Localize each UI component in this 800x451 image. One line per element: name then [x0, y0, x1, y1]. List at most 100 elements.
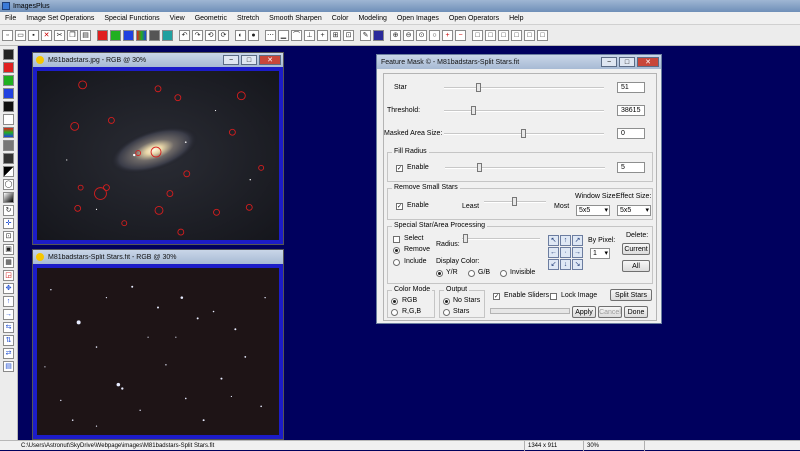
new-icon[interactable]: ▫ [2, 29, 13, 41]
right-arrow-icon[interactable]: → [3, 309, 14, 320]
half-tone-icon[interactable] [3, 166, 14, 177]
crop-icon[interactable]: ◲ [3, 270, 14, 281]
frame-6-icon[interactable]: □ [537, 29, 548, 41]
nudge-up-icon[interactable]: ↑ [560, 235, 571, 246]
close-button[interactable]: ✕ [637, 57, 659, 67]
menu-modeling[interactable]: Modeling [353, 15, 391, 22]
fill-radius-value[interactable]: 5 [617, 162, 645, 173]
star-tool-icon[interactable]: ⊡ [3, 231, 14, 242]
window-size-select[interactable]: 5x5 [576, 205, 610, 216]
teal-icon[interactable] [162, 29, 173, 41]
pencil-icon[interactable]: ✎ [360, 29, 371, 41]
black-swatch-icon[interactable] [3, 101, 14, 112]
rotate-icon[interactable]: ↻ [3, 205, 14, 216]
histogram-icon[interactable]: ▁ [278, 29, 289, 41]
fill-icon[interactable] [373, 29, 384, 41]
split-stars-button[interactable]: Split Stars [610, 289, 652, 301]
fill-radius-enable-checkbox[interactable]: ✓ [396, 165, 403, 172]
frame-4-icon[interactable]: □ [511, 29, 522, 41]
remove-small-slider[interactable] [484, 197, 546, 206]
nudge-center-icon[interactable]: · [560, 247, 571, 258]
dots-icon[interactable]: ⋯ [265, 29, 276, 41]
menu-special-functions[interactable]: Special Functions [99, 15, 164, 22]
enable-sliders-checkbox[interactable]: ✓ [493, 293, 500, 300]
lock-image-checkbox[interactable] [550, 293, 557, 300]
menu-geometric[interactable]: Geometric [190, 15, 232, 22]
maximize-button[interactable]: □ [241, 55, 257, 65]
maximize-button[interactable]: □ [619, 57, 635, 67]
grayscale-icon[interactable] [149, 29, 160, 41]
radius-slider[interactable] [462, 234, 540, 243]
remove-small-enable-checkbox[interactable]: ✓ [396, 203, 403, 210]
undo-all-icon[interactable]: ⟲ [205, 29, 216, 41]
open-icon[interactable]: ▭ [15, 29, 26, 41]
zoom-actual-icon[interactable]: ○ [429, 29, 440, 41]
dialog-title-bar[interactable]: Feature Mask © - M81badstars-Split Stars… [377, 55, 661, 69]
image-window-original[interactable]: M81badstars.jpg - RGB @ 30% − □ ✕ [32, 52, 284, 245]
image-window-split-stars[interactable]: M81badstars-Split Stars.fit - RGB @ 30% [32, 249, 284, 440]
image-window-title-bar[interactable]: M81badstars.jpg - RGB @ 30% − □ ✕ [33, 53, 283, 67]
mask-icon[interactable]: ◐ [235, 29, 246, 41]
menu-image-set-operations[interactable]: Image Set Operations [21, 15, 99, 22]
gray-swatch-icon[interactable] [3, 140, 14, 151]
dark-swatch-icon[interactable] [3, 153, 14, 164]
by-pixel-spinner[interactable]: 1 [590, 248, 610, 259]
fill-radius-slider[interactable] [445, 163, 605, 172]
mirror-icon[interactable]: ⇄ [3, 348, 14, 359]
grid-icon[interactable]: ▦ [3, 257, 14, 268]
menu-file[interactable]: File [0, 15, 21, 22]
gb-radio[interactable] [468, 270, 475, 277]
masked-area-value[interactable]: 0 [617, 128, 645, 139]
left-right-icon[interactable]: ⇆ [3, 322, 14, 333]
move-icon[interactable]: ✛ [3, 218, 14, 229]
lasso-icon[interactable]: ◯ [3, 179, 14, 190]
white-swatch-icon[interactable] [3, 114, 14, 125]
curve-icon[interactable]: ⌒ [291, 29, 302, 41]
stars-image[interactable] [37, 268, 279, 435]
copy-icon[interactable]: ❐ [67, 29, 78, 41]
save-small-icon[interactable] [3, 49, 14, 60]
stars-radio[interactable] [443, 309, 450, 316]
slider-thumb[interactable] [477, 163, 483, 172]
red-channel-icon[interactable] [97, 29, 108, 41]
rgb-separate-radio[interactable] [391, 309, 398, 316]
menu-open-operators[interactable]: Open Operators [444, 15, 504, 22]
nudge-down-right-icon[interactable]: ↘ [572, 259, 583, 270]
star-slider[interactable] [444, 83, 604, 92]
redo-icon[interactable]: ↷ [192, 29, 203, 41]
levels-icon[interactable]: ⊥ [304, 29, 315, 41]
no-stars-radio[interactable] [443, 298, 450, 305]
green-channel-icon[interactable] [110, 29, 121, 41]
menu-smooth-sharpen[interactable]: Smooth Sharpen [264, 15, 327, 22]
menu-view[interactable]: View [165, 15, 190, 22]
invert-icon[interactable]: ● [248, 29, 259, 41]
frame-2-icon[interactable]: □ [485, 29, 496, 41]
resize-icon[interactable]: ⊞ [330, 29, 341, 41]
menu-color[interactable]: Color [327, 15, 354, 22]
menu-open-images[interactable]: Open Images [392, 15, 444, 22]
paste-icon[interactable]: ▤ [80, 29, 91, 41]
nudge-down-icon[interactable]: ↓ [560, 259, 571, 270]
green-swatch-icon[interactable] [3, 75, 14, 86]
red-swatch-icon[interactable] [3, 62, 14, 73]
slider-thumb[interactable] [471, 106, 477, 115]
undo-icon[interactable]: ↶ [179, 29, 190, 41]
zoom-plus-icon[interactable]: + [442, 29, 453, 41]
align-icon[interactable]: ⊡ [343, 29, 354, 41]
pan-icon[interactable]: ✥ [3, 283, 14, 294]
marquee-icon[interactable]: ▣ [3, 244, 14, 255]
delete-current-button[interactable]: Current [622, 243, 650, 255]
image-window-title-bar[interactable]: M81badstars-Split Stars.fit - RGB @ 30% [33, 250, 283, 264]
zoom-fit-icon[interactable]: ⊙ [416, 29, 427, 41]
include-radio[interactable] [393, 259, 400, 266]
threshold-slider[interactable] [444, 106, 604, 115]
frame-3-icon[interactable]: □ [498, 29, 509, 41]
crosshair-icon[interactable]: + [317, 29, 328, 41]
nudge-up-left-icon[interactable]: ↖ [548, 235, 559, 246]
yr-radio[interactable] [436, 270, 443, 277]
slider-thumb[interactable] [521, 129, 526, 138]
star-value[interactable]: 51 [617, 82, 645, 93]
layers-icon[interactable]: ▤ [3, 361, 14, 372]
zoom-in-icon[interactable]: ⊕ [390, 29, 401, 41]
remove-radio[interactable] [393, 247, 400, 254]
